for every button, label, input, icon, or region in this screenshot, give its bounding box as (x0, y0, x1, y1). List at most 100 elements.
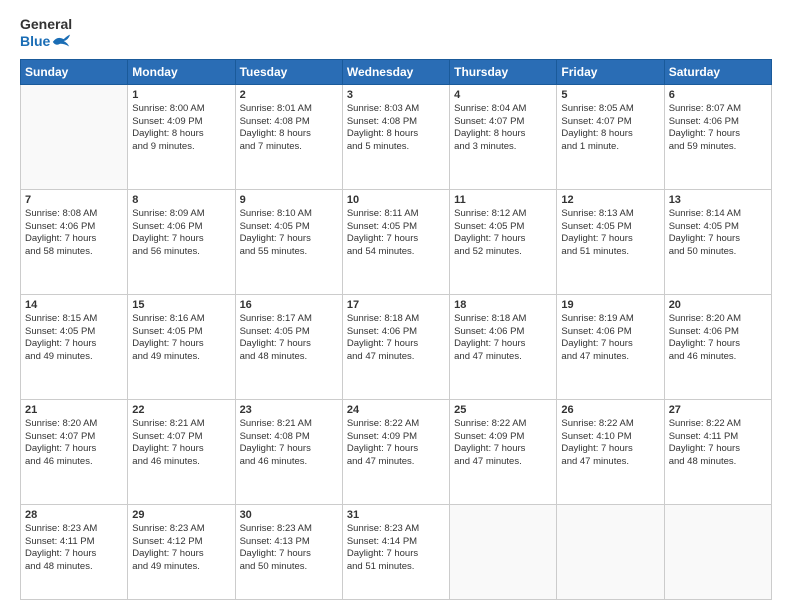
header-day-thursday: Thursday (450, 59, 557, 84)
day-info: Sunrise: 8:13 AM Sunset: 4:05 PM Dayligh… (561, 208, 659, 259)
day-info: Sunrise: 8:16 AM Sunset: 4:05 PM Dayligh… (132, 313, 230, 364)
calendar-cell: 13 Sunrise: 8:14 AM Sunset: 4:05 PM Dayli… (664, 189, 771, 294)
day-info: Sunrise: 8:21 AM Sunset: 4:07 PM Dayligh… (132, 418, 230, 469)
week-row-2: 7Sunrise: 8:08 AM Sunset: 4:06 PM Daylig… (21, 189, 772, 294)
calendar-cell: 23Sunrise: 8:21 AM Sunset: 4:08 PM Dayli… (235, 399, 342, 504)
day-info: Sunrise: 8:23 AM Sunset: 4:11 PM Dayligh… (25, 523, 123, 574)
logo-blue-line: Blue (20, 33, 72, 49)
day-info: Sunrise: 8:19 AM Sunset: 4:06 PM Dayligh… (561, 313, 659, 364)
calendar-cell: 21 Sunrise: 8:20 AM Sunset: 4:07 PM Dayli… (21, 399, 128, 504)
bird-icon (51, 34, 71, 48)
calendar-cell: 6 Sunrise: 8:07 AM Sunset: 4:06 PM Daylig… (664, 84, 771, 189)
header-day-monday: Monday (128, 59, 235, 84)
logo-text-block: GeneralBlue (20, 16, 72, 49)
day-info: Sunrise: 8:12 AM Sunset: 4:05 PM Dayligh… (454, 208, 552, 259)
day-info: Sunrise: 8:00 AM Sunset: 4:09 PM Dayligh… (132, 103, 230, 154)
day-number: 9 (240, 194, 338, 206)
logo-general: General (20, 16, 72, 33)
calendar-cell: 1 Sunrise: 8:00 AM Sunset: 4:09 PM Daylig… (128, 84, 235, 189)
day-info: Sunrise: 8:17 AM Sunset: 4:05 PM Dayligh… (240, 313, 338, 364)
calendar-cell: 29Sunrise: 8:23 AM Sunset: 4:12 PM Dayli… (128, 504, 235, 599)
calendar-cell: 17 Sunrise: 8:18 AM Sunset: 4:06 PM Dayli… (342, 294, 449, 399)
day-number: 5 (561, 89, 659, 101)
day-number: 15 (132, 299, 230, 311)
week-row-5: 28 Sunrise: 8:23 AM Sunset: 4:11 PM Dayli… (21, 504, 772, 599)
day-info: Sunrise: 8:23 AM Sunset: 4:12 PM Dayligh… (132, 523, 230, 574)
week-row-1: 1 Sunrise: 8:00 AM Sunset: 4:09 PM Daylig… (21, 84, 772, 189)
calendar-cell: 19 Sunrise: 8:19 AM Sunset: 4:06 PM Dayli… (557, 294, 664, 399)
day-number: 27 (669, 404, 767, 416)
week-row-3: 14 Sunrise: 8:15 AM Sunset: 4:05 PM Dayli… (21, 294, 772, 399)
day-number: 30 (240, 509, 338, 521)
calendar-cell (450, 504, 557, 599)
day-number: 23 (240, 404, 338, 416)
day-number: 19 (561, 299, 659, 311)
day-info: Sunrise: 8:14 AM Sunset: 4:05 PM Dayligh… (669, 208, 767, 259)
calendar-cell (557, 504, 664, 599)
day-info: Sunrise: 8:22 AM Sunset: 4:09 PM Dayligh… (347, 418, 445, 469)
day-info: Sunrise: 8:04 AM Sunset: 4:07 PM Dayligh… (454, 103, 552, 154)
day-number: 6 (669, 89, 767, 101)
logo: GeneralBlue (20, 16, 72, 49)
day-info: Sunrise: 8:23 AM Sunset: 4:14 PM Dayligh… (347, 523, 445, 574)
calendar-cell: 7Sunrise: 8:08 AM Sunset: 4:06 PM Daylig… (21, 189, 128, 294)
week-row-4: 21 Sunrise: 8:20 AM Sunset: 4:07 PM Dayli… (21, 399, 772, 504)
day-number: 17 (347, 299, 445, 311)
page: GeneralBlue SundayMondayTuesdayWednesday… (0, 0, 792, 612)
header-day-saturday: Saturday (664, 59, 771, 84)
day-number: 28 (25, 509, 123, 521)
day-number: 21 (25, 404, 123, 416)
calendar-cell: 20Sunrise: 8:20 AM Sunset: 4:06 PM Dayli… (664, 294, 771, 399)
day-number: 2 (240, 89, 338, 101)
calendar-cell: 27Sunrise: 8:22 AM Sunset: 4:11 PM Dayli… (664, 399, 771, 504)
calendar-cell: 4 Sunrise: 8:04 AM Sunset: 4:07 PM Daylig… (450, 84, 557, 189)
day-info: Sunrise: 8:07 AM Sunset: 4:06 PM Dayligh… (669, 103, 767, 154)
day-number: 3 (347, 89, 445, 101)
calendar-table: SundayMondayTuesdayWednesdayThursdayFrid… (20, 59, 772, 600)
calendar-cell: 3 Sunrise: 8:03 AM Sunset: 4:08 PM Daylig… (342, 84, 449, 189)
day-info: Sunrise: 8:03 AM Sunset: 4:08 PM Dayligh… (347, 103, 445, 154)
day-info: Sunrise: 8:20 AM Sunset: 4:06 PM Dayligh… (669, 313, 767, 364)
logo-blue-text: Blue (20, 33, 50, 49)
header: GeneralBlue (20, 16, 772, 49)
day-number: 24 (347, 404, 445, 416)
header-day-sunday: Sunday (21, 59, 128, 84)
day-number: 13 (669, 194, 767, 206)
day-info: Sunrise: 8:18 AM Sunset: 4:06 PM Dayligh… (454, 313, 552, 364)
day-info: Sunrise: 8:01 AM Sunset: 4:08 PM Dayligh… (240, 103, 338, 154)
day-info: Sunrise: 8:15 AM Sunset: 4:05 PM Dayligh… (25, 313, 123, 364)
day-info: Sunrise: 8:18 AM Sunset: 4:06 PM Dayligh… (347, 313, 445, 364)
day-number: 26 (561, 404, 659, 416)
day-info: Sunrise: 8:08 AM Sunset: 4:06 PM Dayligh… (25, 208, 123, 259)
day-number: 22 (132, 404, 230, 416)
calendar-cell: 28 Sunrise: 8:23 AM Sunset: 4:11 PM Dayli… (21, 504, 128, 599)
calendar-cell: 2 Sunrise: 8:01 AM Sunset: 4:08 PM Daylig… (235, 84, 342, 189)
day-info: Sunrise: 8:11 AM Sunset: 4:05 PM Dayligh… (347, 208, 445, 259)
calendar-cell: 5 Sunrise: 8:05 AM Sunset: 4:07 PM Daylig… (557, 84, 664, 189)
day-info: Sunrise: 8:22 AM Sunset: 4:10 PM Dayligh… (561, 418, 659, 469)
day-number: 25 (454, 404, 552, 416)
calendar-cell: 14 Sunrise: 8:15 AM Sunset: 4:05 PM Dayli… (21, 294, 128, 399)
calendar-cell (664, 504, 771, 599)
day-info: Sunrise: 8:20 AM Sunset: 4:07 PM Dayligh… (25, 418, 123, 469)
day-info: Sunrise: 8:05 AM Sunset: 4:07 PM Dayligh… (561, 103, 659, 154)
header-day-wednesday: Wednesday (342, 59, 449, 84)
calendar-cell: 8Sunrise: 8:09 AM Sunset: 4:06 PM Daylig… (128, 189, 235, 294)
day-number: 4 (454, 89, 552, 101)
day-number: 14 (25, 299, 123, 311)
day-number: 1 (132, 89, 230, 101)
calendar-cell: 12Sunrise: 8:13 AM Sunset: 4:05 PM Dayli… (557, 189, 664, 294)
header-day-friday: Friday (557, 59, 664, 84)
day-number: 31 (347, 509, 445, 521)
calendar-cell: 24 Sunrise: 8:22 AM Sunset: 4:09 PM Dayli… (342, 399, 449, 504)
calendar-cell: 10 Sunrise: 8:11 AM Sunset: 4:05 PM Dayli… (342, 189, 449, 294)
calendar-cell: 16 Sunrise: 8:17 AM Sunset: 4:05 PM Dayli… (235, 294, 342, 399)
day-number: 11 (454, 194, 552, 206)
header-row: SundayMondayTuesdayWednesdayThursdayFrid… (21, 59, 772, 84)
day-number: 10 (347, 194, 445, 206)
calendar-cell: 25Sunrise: 8:22 AM Sunset: 4:09 PM Dayli… (450, 399, 557, 504)
day-number: 16 (240, 299, 338, 311)
header-day-tuesday: Tuesday (235, 59, 342, 84)
calendar-cell: 11 Sunrise: 8:12 AM Sunset: 4:05 PM Dayli… (450, 189, 557, 294)
day-info: Sunrise: 8:23 AM Sunset: 4:13 PM Dayligh… (240, 523, 338, 574)
